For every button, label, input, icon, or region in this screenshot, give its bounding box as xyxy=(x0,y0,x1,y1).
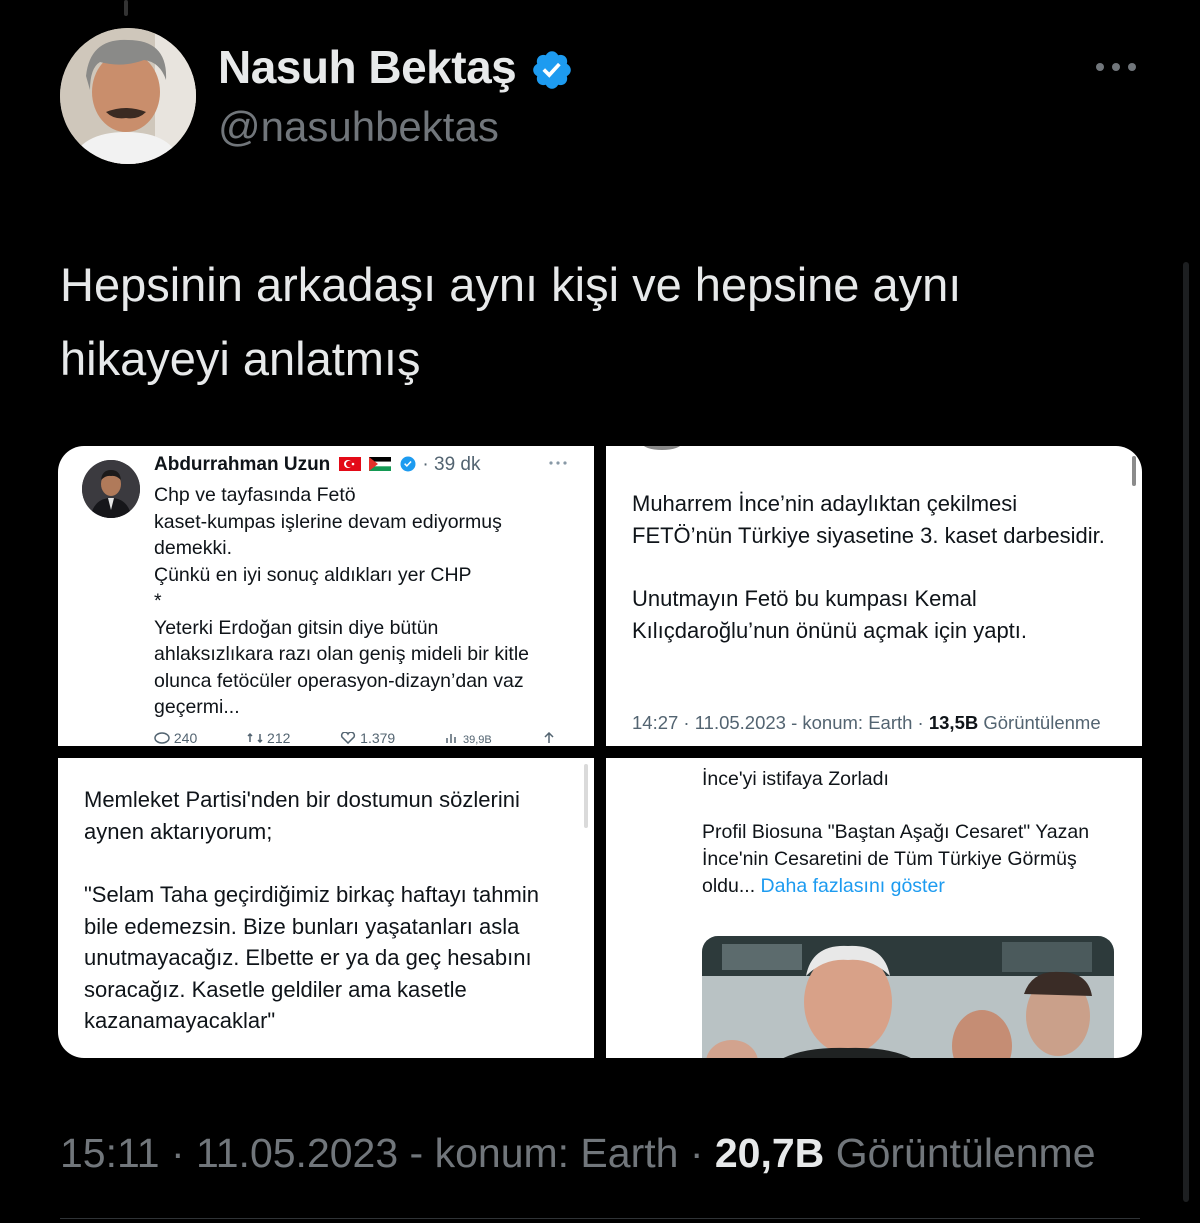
retweet-count-value: 212 xyxy=(267,730,291,746)
tweet-view-count: 20,7B xyxy=(714,1130,825,1176)
share-icon xyxy=(544,731,554,743)
tweet-text-line: Hepsinin arkadaşı aynı kişi ve hepsine a… xyxy=(60,258,962,311)
page-scrollbar[interactable] xyxy=(1183,262,1189,1202)
embedded-line: Chp ve tayfasında Fetö xyxy=(154,484,356,506)
embedded-line: Çünkü en iyi sonuç aldıkları yer CHP xyxy=(154,563,472,586)
author-avatar[interactable] xyxy=(60,28,196,164)
embedded-view-count: 13,5B xyxy=(928,712,979,733)
author-name[interactable]: Nasuh Bektaş xyxy=(218,40,517,94)
embedded-tweet-body: Muharrem İnce’nin adaylıktan çekilmesi F… xyxy=(632,488,1122,678)
heart-icon xyxy=(341,731,356,745)
tweet-time-date[interactable]: 15:11 · 11.05.2023 - konum: Earth · xyxy=(60,1130,703,1176)
like-count: 1.379 xyxy=(340,730,395,746)
verified-badge-icon xyxy=(533,51,571,89)
embedded-line: demekki. xyxy=(154,537,233,559)
embedded-line: geçermi... xyxy=(154,696,240,718)
more-options-icon[interactable] xyxy=(1094,56,1138,78)
reply-icon xyxy=(154,732,170,744)
scrollbar xyxy=(584,764,588,828)
embedded-views-label: Görüntülenme xyxy=(983,712,1101,733)
embedded-paragraph: Memleket Partisi'nden bir dostumun sözle… xyxy=(84,787,520,844)
embedded-footer: 14:27 · 11.05.2023 - konum: Earth · 13,5… xyxy=(632,712,1101,734)
tweet-media-grid[interactable]: Abdurrahman Uzun · 39 dk Chp ve tayfasın… xyxy=(58,446,1142,1058)
embedded-paragraph: Profil Biosuna "Baştan Aşağı Cesaret" Ya… xyxy=(702,819,1122,900)
embedded-line: İnce'yi istifaya Zorladı xyxy=(702,768,889,790)
cropped-avatar xyxy=(642,446,682,450)
media-tile-3[interactable]: Memleket Partisi'nden bir dostumun sözle… xyxy=(58,758,594,1058)
embedded-news-body: İnce'yi istifaya Zorladı Profil Biosuna … xyxy=(702,766,1122,918)
media-tile-4[interactable]: İnce'yi istifaya Zorladı Profil Biosuna … xyxy=(606,758,1142,1058)
tweet-views-label: Görüntülenme xyxy=(835,1130,1096,1176)
embedded-paragraph: Unutmayın Fetö bu kumpası Kemal Kılıçdar… xyxy=(632,586,1028,643)
retweet-icon xyxy=(247,732,263,744)
verified-badge-icon xyxy=(400,456,416,472)
embedded-paragraph: Muharrem İnce’nin adaylıktan çekilmesi F… xyxy=(632,491,1105,548)
embedded-paragraph: "Selam Taha geçirdiğimiz birkaç haftayı … xyxy=(84,882,539,1033)
views-icon xyxy=(446,734,456,743)
embedded-line: kaset-kumpas işlerine devam ediyormuş xyxy=(154,510,502,533)
retweet-count: 212 xyxy=(247,730,290,746)
embedded-avatar xyxy=(82,460,140,518)
media-tile-2[interactable]: Muharrem İnce’nin adaylıktan çekilmesi F… xyxy=(606,446,1142,746)
thread-connector xyxy=(124,0,128,16)
like-count-value: 1.379 xyxy=(360,730,396,746)
author-handle[interactable]: @nasuhbektas xyxy=(218,103,499,151)
view-count: 39,9B xyxy=(445,730,492,746)
embedded-post-body: Memleket Partisi'nden bir dostumun sözle… xyxy=(84,784,574,1058)
media-tile-1[interactable]: Abdurrahman Uzun · 39 dk Chp ve tayfasın… xyxy=(58,446,594,746)
tweet-text: Hepsinin arkadaşı aynı kişi ve hepsine a… xyxy=(60,248,1140,396)
reply-count: 240 xyxy=(154,730,197,746)
embedded-tweet-header: Abdurrahman Uzun · 39 dk xyxy=(154,454,481,476)
embedded-time: · 39 dk xyxy=(422,454,481,475)
turkey-flag-icon xyxy=(338,457,361,471)
reply-count-value: 240 xyxy=(173,730,198,746)
embedded-author-name: Abdurrahman Uzun xyxy=(154,454,331,475)
embedded-line: Yeterki Erdoğan gitsin diye bütün xyxy=(154,616,439,639)
divider xyxy=(60,1218,1140,1219)
embedded-line: ahlaksızlıkara razı olan geniş mideli bi… xyxy=(154,643,529,665)
embedded-actions: 240 212 1.379 39,9B xyxy=(154,730,574,746)
show-more-link[interactable]: Daha fazlasını göster xyxy=(761,875,945,897)
embedded-tweet-body: Chp ve tayfasında Fetö kaset-kumpas işle… xyxy=(154,482,564,721)
tweet-text-line: hikayeyi anlatmış xyxy=(60,332,421,385)
scrollbar xyxy=(1132,456,1136,486)
embedded-line: * xyxy=(154,590,162,612)
embedded-time-date: 14:27 · 11.05.2023 - konum: Earth · xyxy=(632,712,924,733)
embedded-line: olunca fetöcüler operasyon-dizayn’dan va… xyxy=(154,669,524,692)
embedded-more-icon xyxy=(549,461,567,465)
palestine-flag-icon xyxy=(368,457,391,471)
view-count-value: 39,9B xyxy=(463,734,492,746)
news-photo xyxy=(702,936,1114,1058)
tweet-footer: 15:11 · 11.05.2023 - konum: Earth · 20,7… xyxy=(60,1130,1096,1177)
